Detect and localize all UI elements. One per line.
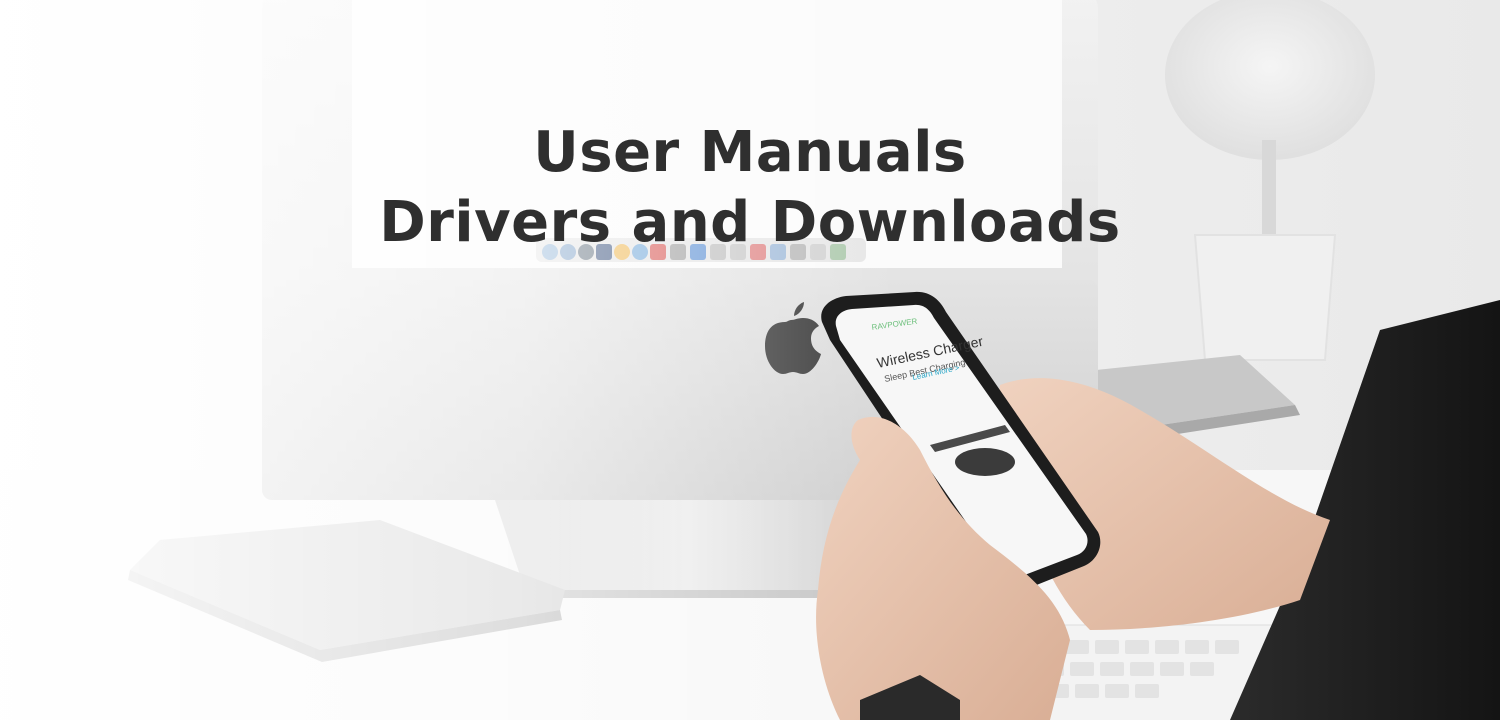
hero-banner: RAVPOWER Wireless Charger Sleep Best Cha… [0, 0, 1500, 720]
banner-photo: RAVPOWER Wireless Charger Sleep Best Cha… [0, 0, 1500, 720]
